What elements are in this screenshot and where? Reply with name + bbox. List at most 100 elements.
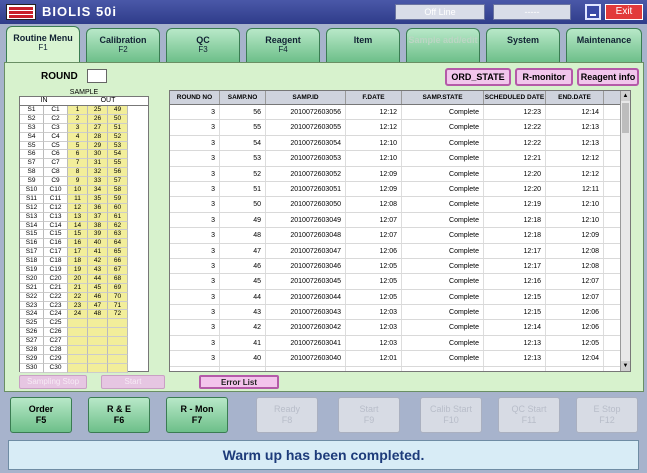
sample-out-cell[interactable] [68, 328, 88, 338]
sample-c-cell[interactable]: C3 [44, 123, 68, 133]
sample-s-cell[interactable]: S23 [20, 301, 44, 311]
sample-out-cell[interactable]: 66 [108, 257, 128, 267]
sample-out-cell[interactable]: 49 [108, 106, 128, 115]
table-row[interactable]: 3 47 2010072603047 12:06 Complete 12:17 12:08 [170, 243, 630, 259]
table-row[interactable]: 3 45 2010072603045 12:05 Complete 12:16 12:07 [170, 274, 630, 290]
tab-maintenance[interactable]: Maintenance [566, 28, 642, 62]
sample-out-cell[interactable]: 15 [68, 230, 88, 240]
sample-s-cell[interactable]: S27 [20, 337, 44, 347]
qc-start-f11-button[interactable]: QC Start F11 [498, 397, 560, 433]
sample-s-cell[interactable]: S21 [20, 283, 44, 293]
sample-s-cell[interactable]: S17 [20, 248, 44, 258]
sample-out-cell[interactable]: 67 [108, 266, 128, 275]
scroll-up-icon[interactable]: ▲ [621, 91, 630, 101]
table-row[interactable]: 3 43 2010072603043 12:03 Complete 12:15 12:06 [170, 305, 630, 321]
table-row[interactable]: 3 51 2010072603051 12:09 Complete 12:20 12:11 [170, 181, 630, 198]
sample-c-cell[interactable]: C8 [44, 168, 68, 178]
sample-c-cell[interactable]: C30 [44, 363, 68, 373]
table-row[interactable]: 3 49 2010072603049 12:07 Complete 12:18 12:10 [170, 212, 630, 229]
sample-c-cell[interactable]: C25 [44, 319, 68, 329]
sample-s-cell[interactable]: S6 [20, 150, 44, 160]
sample-s-cell[interactable]: S10 [20, 186, 44, 195]
sample-out-cell[interactable]: 24 [68, 310, 88, 320]
start-f9-button[interactable]: Start F9 [338, 397, 400, 433]
table-row[interactable]: 3 52 2010072603052 12:09 Complete 12:20 12:12 [170, 166, 630, 182]
sample-out-cell[interactable]: 26 [88, 114, 108, 124]
table-row[interactable]: 3 48 2010072603048 12:07 Complete 12:18 12:09 [170, 228, 630, 244]
col-samp-no[interactable]: SAMP.NO [220, 91, 266, 104]
round-input[interactable] [87, 69, 107, 83]
table-row[interactable]: 3 54 2010072603054 12:10 Complete 12:22 12:13 [170, 135, 630, 152]
tab-sample-add-edit[interactable]: Sample add/edit [406, 28, 480, 62]
sample-out-cell[interactable]: 42 [88, 257, 108, 267]
sample-out-cell[interactable]: 52 [108, 132, 128, 142]
sample-c-cell[interactable]: C29 [44, 354, 68, 364]
sample-c-cell[interactable]: C19 [44, 266, 68, 275]
sample-c-cell[interactable]: C10 [44, 186, 68, 195]
sample-out-cell[interactable]: 63 [108, 230, 128, 240]
sample-out-cell[interactable]: 2 [68, 114, 88, 124]
sample-s-cell[interactable]: S4 [20, 132, 44, 142]
sample-out-cell[interactable]: 37 [88, 212, 108, 222]
exit-button[interactable]: Exit [605, 4, 643, 20]
sample-out-cell[interactable] [88, 337, 108, 347]
sampling-stop-button[interactable]: Sampling Stop [19, 375, 87, 389]
sample-out-cell[interactable]: 9 [68, 177, 88, 187]
tab-qc[interactable]: QC F3 [166, 28, 240, 62]
sample-s-cell[interactable]: S25 [20, 319, 44, 329]
sample-out-cell[interactable]: 1 [68, 106, 88, 115]
sample-c-cell[interactable]: C7 [44, 159, 68, 169]
sample-out-cell[interactable]: 54 [108, 150, 128, 160]
sample-out-cell[interactable]: 3 [68, 123, 88, 133]
table-row[interactable]: 3 53 2010072603053 12:10 Complete 12:21 12:12 [170, 151, 630, 167]
sample-c-cell[interactable]: C4 [44, 132, 68, 142]
sample-c-cell[interactable]: C1 [44, 106, 68, 115]
sample-c-cell[interactable]: C27 [44, 337, 68, 347]
order-f5-button[interactable]: Order F5 [10, 397, 72, 433]
sample-c-cell[interactable]: C18 [44, 257, 68, 267]
sample-s-cell[interactable]: S19 [20, 266, 44, 275]
sample-s-cell[interactable]: S24 [20, 310, 44, 320]
tab-routine-menu[interactable]: Routine Menu F1 [6, 26, 80, 62]
sample-out-cell[interactable]: 27 [88, 123, 108, 133]
sample-out-cell[interactable]: 25 [88, 106, 108, 115]
sample-out-cell[interactable]: 34 [88, 186, 108, 195]
scroll-thumb[interactable] [622, 103, 629, 133]
sample-out-cell[interactable]: 47 [88, 301, 108, 311]
table-row[interactable]: 3 55 2010072603055 12:12 Complete 12:22 12:13 [170, 120, 630, 136]
ord-state-button[interactable]: ORD_STATE [445, 68, 511, 86]
sample-c-cell[interactable]: C21 [44, 283, 68, 293]
sample-out-cell[interactable]: 7 [68, 159, 88, 169]
sample-c-cell[interactable]: C26 [44, 328, 68, 338]
table-row[interactable]: 3 40 2010072603040 12:01 Complete 12:13 12:04 [170, 351, 630, 367]
table-row[interactable]: 3 41 2010072603041 12:03 Complete 12:13 12:05 [170, 335, 630, 352]
sample-out-cell[interactable]: 36 [88, 203, 108, 213]
sample-out-cell[interactable]: 64 [108, 239, 128, 249]
table-row[interactable]: 3 42 2010072603042 12:03 Complete 12:14 12:06 [170, 320, 630, 336]
sample-s-cell[interactable]: S13 [20, 212, 44, 222]
sample-out-cell[interactable]: 71 [108, 301, 128, 311]
col-end-date[interactable]: END.DATE [546, 91, 604, 104]
sample-out-cell[interactable]: 35 [88, 194, 108, 204]
sample-out-cell[interactable]: 16 [68, 239, 88, 249]
sample-out-cell[interactable] [108, 328, 128, 338]
sample-s-cell[interactable]: S16 [20, 239, 44, 249]
sample-out-cell[interactable] [68, 346, 88, 355]
sample-out-cell[interactable] [68, 337, 88, 347]
sample-out-cell[interactable]: 5 [68, 141, 88, 151]
sample-s-cell[interactable]: S8 [20, 168, 44, 178]
sample-out-cell[interactable]: 14 [68, 221, 88, 231]
sample-s-cell[interactable]: S30 [20, 363, 44, 373]
sample-out-cell[interactable]: 19 [68, 266, 88, 275]
reagent-info-button[interactable]: Reagent info [577, 68, 639, 86]
sample-out-cell[interactable]: 12 [68, 203, 88, 213]
table-row[interactable]: 3 56 2010072603056 12:12 Complete 12:23 12:14 [170, 105, 630, 121]
sample-c-cell[interactable]: C9 [44, 177, 68, 187]
calib-start-f10-button[interactable]: Calib Start F10 [420, 397, 482, 433]
sample-s-cell[interactable]: S1 [20, 106, 44, 115]
sample-out-cell[interactable] [88, 319, 108, 329]
sample-c-cell[interactable]: C14 [44, 221, 68, 231]
sample-out-cell[interactable]: 59 [108, 194, 128, 204]
col-round-no[interactable]: ROUND NO [170, 91, 220, 104]
sample-c-cell[interactable]: C16 [44, 239, 68, 249]
